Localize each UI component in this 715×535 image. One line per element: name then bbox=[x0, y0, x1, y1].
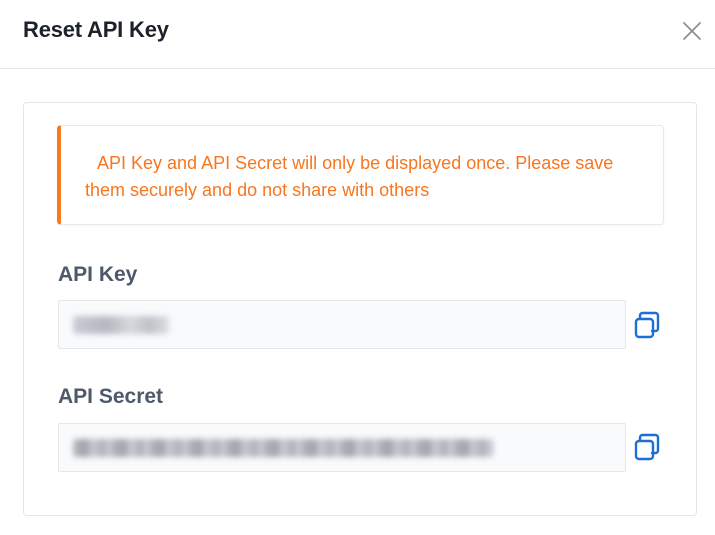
reset-api-key-dialog: Reset API Key API Key and API Secret wil… bbox=[0, 0, 715, 535]
warning-alert: API Key and API Secret will only be disp… bbox=[57, 125, 664, 225]
dialog-title: Reset API Key bbox=[23, 17, 169, 42]
api-secret-masked-value bbox=[73, 439, 493, 457]
api-key-label: API Key bbox=[58, 263, 138, 286]
copy-icon bbox=[634, 433, 660, 461]
copy-icon bbox=[634, 311, 660, 339]
api-secret-field[interactable] bbox=[58, 423, 626, 472]
close-button[interactable] bbox=[680, 19, 704, 43]
api-key-masked-value bbox=[73, 316, 169, 334]
copy-api-secret-button[interactable] bbox=[631, 431, 663, 463]
api-secret-label: API Secret bbox=[58, 385, 164, 408]
warning-alert-text: API Key and API Secret will only be disp… bbox=[85, 153, 614, 200]
copy-api-key-button[interactable] bbox=[631, 309, 663, 341]
close-icon bbox=[683, 22, 701, 40]
dialog-header: Reset API Key bbox=[0, 0, 715, 69]
api-key-panel: API Key and API Secret will only be disp… bbox=[23, 102, 697, 516]
api-key-field[interactable] bbox=[58, 300, 626, 349]
